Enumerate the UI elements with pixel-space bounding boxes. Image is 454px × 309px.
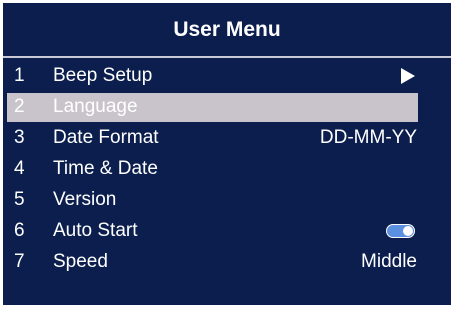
- play-arrow-icon[interactable]: [401, 68, 415, 84]
- menu-item-beep-setup[interactable]: 1 Beep Setup: [3, 60, 451, 91]
- menu-item-language[interactable]: 2 Language: [3, 91, 451, 122]
- title-divider: [3, 56, 451, 58]
- menu-item-speed[interactable]: 7 Speed Middle: [3, 246, 451, 277]
- menu-item-auto-start[interactable]: 6 Auto Start: [3, 215, 451, 246]
- menu-item-number: 7: [14, 251, 25, 272]
- title-bar: User Menu: [3, 3, 451, 56]
- menu-item-time-date[interactable]: 4 Time & Date: [3, 153, 451, 184]
- menu-item-number: 5: [14, 189, 25, 210]
- menu-item-label: Date Format: [53, 127, 159, 148]
- menu-item-label: Version: [53, 189, 117, 210]
- menu-item-label: Language: [53, 96, 138, 117]
- menu-item-label: Time & Date: [53, 158, 158, 179]
- device-screen: User Menu 1 Beep Setup 2 Language 3 Date…: [3, 3, 451, 305]
- menu-item-number: 3: [14, 127, 25, 148]
- menu-item-label: Auto Start: [53, 220, 138, 241]
- menu-item-date-format[interactable]: 3 Date Format DD-MM-YY: [3, 122, 451, 153]
- menu-item-label: Speed: [53, 251, 108, 272]
- menu-item-number: 6: [14, 220, 25, 241]
- menu-item-version[interactable]: 5 Version: [3, 184, 451, 215]
- page-title: User Menu: [173, 17, 281, 41]
- menu-item-number: 1: [14, 65, 25, 86]
- menu-item-label: Beep Setup: [53, 65, 153, 86]
- date-format-value: DD-MM-YY: [319, 127, 417, 148]
- auto-start-toggle[interactable]: [386, 224, 415, 238]
- menu-item-number: 2: [14, 96, 25, 117]
- toggle-knob: [403, 226, 413, 236]
- menu-item-number: 4: [14, 158, 25, 179]
- user-menu-list: 1 Beep Setup 2 Language 3 Date Format DD…: [3, 60, 451, 277]
- speed-value: Middle: [361, 251, 417, 272]
